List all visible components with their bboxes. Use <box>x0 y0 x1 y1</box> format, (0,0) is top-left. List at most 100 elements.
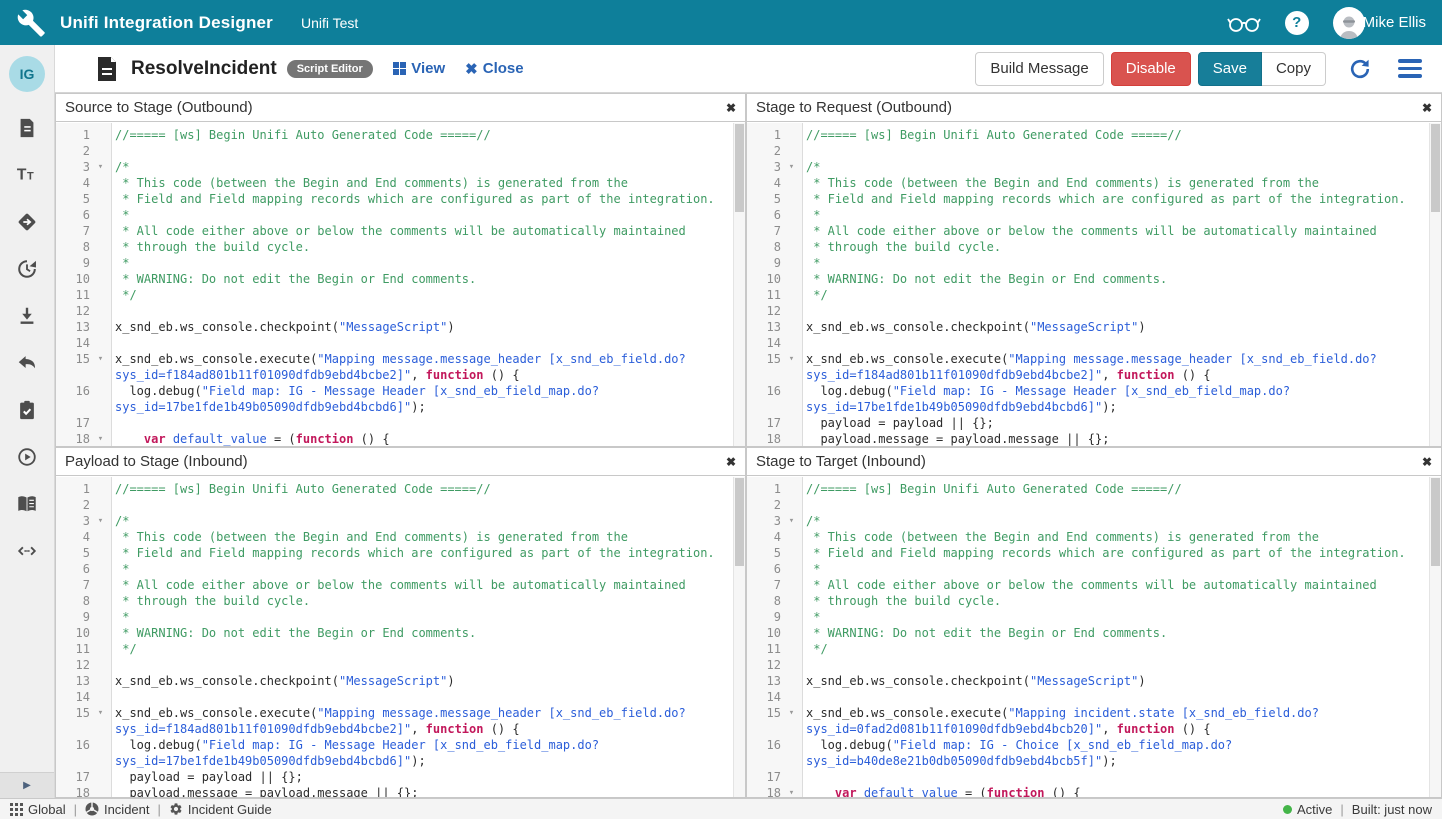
code-line[interactable]: 8 * through the build cycle. <box>747 593 1429 609</box>
code-line[interactable]: 18 payload.message = payload.message || … <box>747 431 1429 446</box>
code-line[interactable]: 3▾/* <box>747 513 1429 529</box>
code-line[interactable]: 14 <box>747 335 1429 351</box>
code-line[interactable]: 10 * WARNING: Do not edit the Begin or E… <box>747 625 1429 641</box>
code-line[interactable]: 7 * All code either above or below the c… <box>747 577 1429 593</box>
code-line[interactable]: 12 <box>56 303 733 319</box>
documentation-icon[interactable] <box>16 493 38 515</box>
code-line[interactable]: 3▾/* <box>56 159 733 175</box>
run-icon[interactable] <box>16 446 38 468</box>
code-line[interactable]: 17 payload = payload || {}; <box>56 769 733 785</box>
code-line[interactable]: 16 log.debug("Field map: IG - Message He… <box>56 737 733 769</box>
panel-close-icon[interactable]: ✖ <box>1422 101 1432 115</box>
code-line[interactable]: 16 log.debug("Field map: IG - Choice [x_… <box>747 737 1429 769</box>
code-line[interactable]: 1//===== [ws] Begin Unifi Auto Generated… <box>56 481 733 497</box>
code-editor[interactable]: 1//===== [ws] Begin Unifi Auto Generated… <box>747 477 1429 797</box>
code-editor[interactable]: 1//===== [ws] Begin Unifi Auto Generated… <box>56 477 733 797</box>
signpost-icon[interactable] <box>16 211 38 233</box>
code-line[interactable]: 5 * Field and Field mapping records whic… <box>747 545 1429 561</box>
code-line[interactable]: 9 * <box>747 609 1429 625</box>
glasses-icon[interactable] <box>1227 12 1261 34</box>
copy-button[interactable]: Copy <box>1262 52 1326 86</box>
code-line[interactable]: 2 <box>747 143 1429 159</box>
text-format-icon[interactable]: TT <box>16 164 38 186</box>
scrollbar[interactable] <box>733 477 745 797</box>
fold-marker-icon[interactable]: ▾ <box>90 159 111 175</box>
scrollbar[interactable] <box>733 123 745 446</box>
code-line[interactable]: 12 <box>747 303 1429 319</box>
sidebar-expand-button[interactable]: ▶ <box>0 772 54 798</box>
code-line[interactable]: 15▾x_snd_eb.ws_console.execute("Mapping … <box>56 705 733 737</box>
scrollbar-thumb[interactable] <box>1431 478 1440 566</box>
history-icon[interactable] <box>16 258 38 280</box>
code-line[interactable]: 17 payload = payload || {}; <box>747 415 1429 431</box>
code-line[interactable]: 6 * <box>56 561 733 577</box>
code-line[interactable]: 8 * through the build cycle. <box>56 593 733 609</box>
code-line[interactable]: 16 log.debug("Field map: IG - Message He… <box>747 383 1429 415</box>
save-button[interactable]: Save <box>1198 52 1262 86</box>
refresh-icon[interactable] <box>1348 57 1372 81</box>
code-line[interactable]: 17 <box>747 769 1429 785</box>
scope-incident[interactable]: Incident <box>85 802 150 817</box>
code-line[interactable]: 4 * This code (between the Begin and End… <box>747 529 1429 545</box>
code-line[interactable]: 11 */ <box>56 641 733 657</box>
code-line[interactable]: 13x_snd_eb.ws_console.checkpoint("Messag… <box>747 319 1429 335</box>
code-line[interactable]: 1//===== [ws] Begin Unifi Auto Generated… <box>56 127 733 143</box>
code-line[interactable]: 2 <box>56 497 733 513</box>
code-line[interactable]: 4 * This code (between the Begin and End… <box>56 175 733 191</box>
code-line[interactable]: 18▾ var default_value = (function () { <box>747 785 1429 797</box>
disable-button[interactable]: Disable <box>1111 52 1191 86</box>
document-icon[interactable] <box>16 117 38 139</box>
code-line[interactable]: 4 * This code (between the Begin and End… <box>56 529 733 545</box>
code-line[interactable]: 9 * <box>56 609 733 625</box>
code-line[interactable]: 5 * Field and Field mapping records whic… <box>56 191 733 207</box>
code-line[interactable]: 16 log.debug("Field map: IG - Message He… <box>56 383 733 415</box>
code-line[interactable]: 11 */ <box>747 287 1429 303</box>
close-button[interactable]: ✖ Close <box>465 60 523 78</box>
code-line[interactable]: 9 * <box>747 255 1429 271</box>
scope-global[interactable]: Global <box>10 802 66 817</box>
code-line[interactable]: 6 * <box>56 207 733 223</box>
code-line[interactable]: 10 * WARNING: Do not edit the Begin or E… <box>747 271 1429 287</box>
panel-close-icon[interactable]: ✖ <box>1422 455 1432 469</box>
code-line[interactable]: 8 * through the build cycle. <box>56 239 733 255</box>
code-line[interactable]: 6 * <box>747 561 1429 577</box>
code-line[interactable]: 3▾/* <box>747 159 1429 175</box>
code-line[interactable]: 5 * Field and Field mapping records whic… <box>747 191 1429 207</box>
code-line[interactable]: 12 <box>747 657 1429 673</box>
code-line[interactable]: 15▾x_snd_eb.ws_console.execute("Mapping … <box>747 351 1429 383</box>
undo-icon[interactable] <box>16 352 38 374</box>
code-line[interactable]: 13x_snd_eb.ws_console.checkpoint("Messag… <box>56 673 733 689</box>
fold-marker-icon[interactable]: ▾ <box>90 351 111 383</box>
scrollbar-thumb[interactable] <box>1431 124 1440 212</box>
code-line[interactable]: 15▾x_snd_eb.ws_console.execute("Mapping … <box>747 705 1429 737</box>
code-line[interactable]: 13x_snd_eb.ws_console.checkpoint("Messag… <box>56 319 733 335</box>
code-line[interactable]: 7 * All code either above or below the c… <box>56 577 733 593</box>
code-line[interactable]: 2 <box>747 497 1429 513</box>
code-line[interactable]: 1//===== [ws] Begin Unifi Auto Generated… <box>747 127 1429 143</box>
fold-marker-icon[interactable]: ▾ <box>781 705 802 737</box>
code-line[interactable]: 10 * WARNING: Do not edit the Begin or E… <box>56 271 733 287</box>
code-line[interactable]: 13x_snd_eb.ws_console.checkpoint("Messag… <box>747 673 1429 689</box>
code-line[interactable]: 7 * All code either above or below the c… <box>56 223 733 239</box>
code-line[interactable]: 14 <box>56 689 733 705</box>
code-line[interactable]: 6 * <box>747 207 1429 223</box>
code-editor[interactable]: 1//===== [ws] Begin Unifi Auto Generated… <box>747 123 1429 446</box>
scrollbar[interactable] <box>1429 477 1441 797</box>
download-icon[interactable] <box>16 305 38 327</box>
fold-marker-icon[interactable]: ▾ <box>781 159 802 175</box>
user-menu[interactable]: Mike Ellis <box>1333 7 1426 39</box>
code-line[interactable]: 14 <box>747 689 1429 705</box>
code-line[interactable]: 14 <box>56 335 733 351</box>
fold-marker-icon[interactable]: ▾ <box>90 431 111 446</box>
code-line[interactable]: 3▾/* <box>56 513 733 529</box>
scope-incident-guide[interactable]: Incident Guide <box>169 802 272 817</box>
code-line[interactable]: 8 * through the build cycle. <box>747 239 1429 255</box>
integration-avatar[interactable]: IG <box>9 56 45 92</box>
fold-marker-icon[interactable]: ▾ <box>90 705 111 737</box>
code-line[interactable]: 9 * <box>56 255 733 271</box>
code-line[interactable]: 11 */ <box>747 641 1429 657</box>
code-line[interactable]: 18▾ var default_value = (function () { <box>56 431 733 446</box>
build-message-button[interactable]: Build Message <box>975 52 1103 86</box>
code-line[interactable]: 10 * WARNING: Do not edit the Begin or E… <box>56 625 733 641</box>
menu-icon[interactable] <box>1398 59 1422 78</box>
